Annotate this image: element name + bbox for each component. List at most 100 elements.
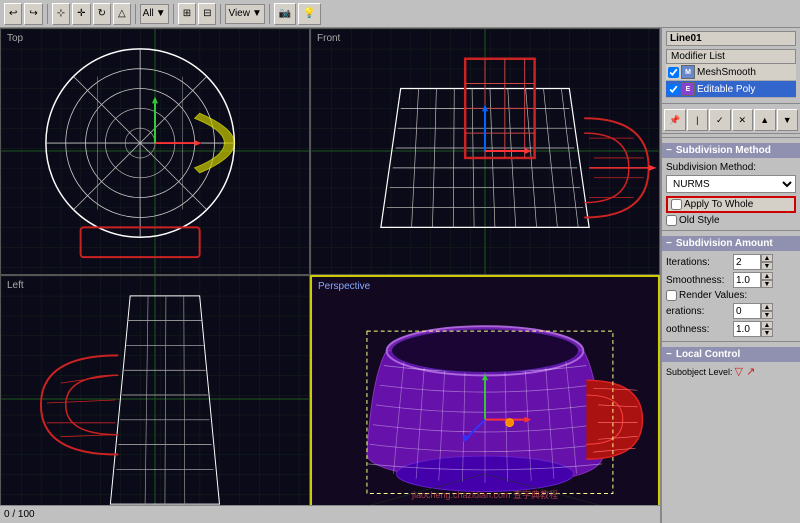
toolbar-camera[interactable]: 📷	[274, 3, 296, 25]
pin-btn[interactable]: 📌	[664, 109, 686, 131]
render-smooth-up[interactable]: ▲	[761, 321, 773, 329]
render-iterations-spinner: ▲ ▼	[761, 303, 773, 319]
iterations-spinner: ▲ ▼	[761, 254, 773, 270]
smoothness-up[interactable]: ▲	[761, 272, 773, 280]
divider-2	[662, 137, 800, 138]
viewport-front[interactable]: Front	[310, 28, 660, 275]
render-smoothness-input[interactable]	[733, 321, 761, 337]
toolbar-all-dropdown[interactable]: All ▼	[140, 4, 169, 24]
render-iterations-input[interactable]	[733, 303, 761, 319]
subdivision-method-header[interactable]: Subdivision Method	[662, 143, 800, 158]
apply-to-whole-checkbox[interactable]	[671, 199, 682, 210]
top-toolbar[interactable]: ↩ ↪ ⊹ ✛ ↻ △ All ▼ ⊞ ⊟ View ▼ 📷 💡	[0, 0, 800, 28]
object-name-section: Line01	[662, 28, 800, 49]
down-btn[interactable]: ▼	[777, 109, 799, 131]
render-smooth-spinner: ▲ ▼	[761, 321, 773, 337]
render-iterations-label: erations:	[666, 306, 731, 317]
toolbar-align[interactable]: ⊟	[198, 3, 216, 25]
config-btn[interactable]: |	[687, 109, 709, 131]
iterations-row: Iterations: ▲ ▼	[662, 253, 800, 271]
viewport-left-label: Left	[7, 280, 24, 291]
subdivision-amount-header[interactable]: Subdivision Amount	[662, 236, 800, 251]
modifier-editpoly[interactable]: E Editable Poly	[666, 81, 796, 98]
modifier-list-dropdown[interactable]: Modifier List	[666, 49, 796, 64]
modifier-list-section: Modifier List M MeshSmooth E Editable Po…	[662, 49, 800, 100]
old-style-checkbox[interactable]	[666, 215, 677, 226]
toolbar-undo[interactable]: ↩	[4, 3, 22, 25]
toolbar-view-dropdown[interactable]: View ▼	[225, 4, 264, 24]
render-iter-up[interactable]: ▲	[761, 303, 773, 311]
smoothness-down[interactable]: ▼	[761, 280, 773, 288]
subobject-label: Subobject Level:	[666, 367, 733, 377]
subobject-icons[interactable]: ▽ ↗	[735, 365, 756, 378]
viewport-left[interactable]: Left	[0, 275, 310, 523]
local-control-title: Local Control	[676, 349, 740, 360]
toolbar-move[interactable]: ✛	[72, 3, 90, 25]
local-control-header[interactable]: Local Control	[662, 347, 800, 362]
subdivision-method-title: Subdivision Method	[676, 145, 771, 156]
render-iter-down[interactable]: ▼	[761, 311, 773, 319]
status-position: 0 / 100	[4, 509, 35, 520]
object-name: Line01	[666, 31, 796, 46]
toolbar-scale[interactable]: △	[113, 3, 131, 25]
viewport-perspective-svg	[312, 277, 658, 521]
divider-4	[662, 341, 800, 342]
dropdown-arrow: ▼	[156, 8, 166, 19]
old-style-row: Old Style	[662, 214, 800, 227]
render-smoothness-control: ▲ ▼	[733, 321, 773, 337]
smoothness-row: Smoothness: ▲ ▼	[662, 271, 800, 289]
view-label: View	[228, 8, 250, 19]
sep4	[220, 4, 221, 24]
render-smoothness-label: oothness:	[666, 324, 731, 335]
sep2	[135, 4, 136, 24]
subobject-row: Subobject Level: ▽ ↗	[662, 364, 800, 379]
viewport-top[interactable]: Top	[0, 28, 310, 275]
x-btn[interactable]: ✕	[732, 109, 754, 131]
toolbar-redo[interactable]: ↪	[24, 3, 42, 25]
editpoly-icon: E	[681, 82, 695, 96]
meshsmooth-checkbox[interactable]	[668, 67, 679, 78]
viewport-perspective-label: Perspective	[318, 281, 370, 292]
viewport-front-svg	[311, 29, 659, 274]
divider-1	[662, 103, 800, 104]
iterations-down[interactable]: ▼	[761, 262, 773, 270]
apply-to-whole-label: Apply To Whole	[684, 199, 753, 210]
toolbar-snap[interactable]: ⊞	[178, 3, 196, 25]
subdivision-method-row: Subdivision Method: NURMS Classic	[662, 160, 800, 195]
smoothness-spinner: ▲ ▼	[761, 272, 773, 288]
sep1	[47, 4, 48, 24]
iterations-input[interactable]	[733, 254, 761, 270]
sep3	[173, 4, 174, 24]
divider-3	[662, 230, 800, 231]
editpoly-checkbox[interactable]	[668, 84, 679, 95]
viewport-top-label: Top	[7, 33, 23, 44]
subdivision-method-label: Subdivision Method:	[666, 162, 756, 173]
viewport-top-svg	[1, 29, 309, 274]
toolbar-rotate[interactable]: ↻	[93, 3, 111, 25]
right-panel: ⌂ ◈ ⊕ ☼ ◆ ⚙ Line01 Modifier List M MeshS…	[660, 0, 800, 523]
render-iterations-control: ▲ ▼	[733, 303, 773, 319]
toolbar-select[interactable]: ⊹	[52, 3, 70, 25]
render-values-label: Render Values:	[679, 290, 747, 301]
iterations-up[interactable]: ▲	[761, 254, 773, 262]
up-btn[interactable]: ▲	[754, 109, 776, 131]
render-iterations-row: erations: ▲ ▼	[662, 302, 800, 320]
status-bar: 0 / 100	[0, 505, 660, 523]
modifier-meshsmooth[interactable]: M MeshSmooth	[666, 64, 796, 81]
smoothness-control: ▲ ▼	[733, 272, 773, 288]
iterations-label: Iterations:	[666, 257, 731, 268]
viewports-container: Top	[0, 28, 660, 523]
smoothness-input[interactable]	[733, 272, 761, 288]
check-btn[interactable]: ✓	[709, 109, 731, 131]
render-values-checkbox[interactable]	[666, 290, 677, 301]
toolbar-light[interactable]: 💡	[298, 3, 320, 25]
all-label: All	[143, 8, 154, 19]
render-smooth-down[interactable]: ▼	[761, 329, 773, 337]
sep5	[269, 4, 270, 24]
subdivision-method-select[interactable]: NURMS Classic	[666, 175, 796, 193]
viewport-left-svg	[1, 276, 309, 522]
viewport-perspective[interactable]: Perspective	[310, 275, 660, 523]
meshsmooth-label: MeshSmooth	[697, 67, 756, 78]
view-arrow: ▼	[252, 8, 262, 19]
apply-to-whole-container: Apply To Whole	[666, 196, 796, 213]
